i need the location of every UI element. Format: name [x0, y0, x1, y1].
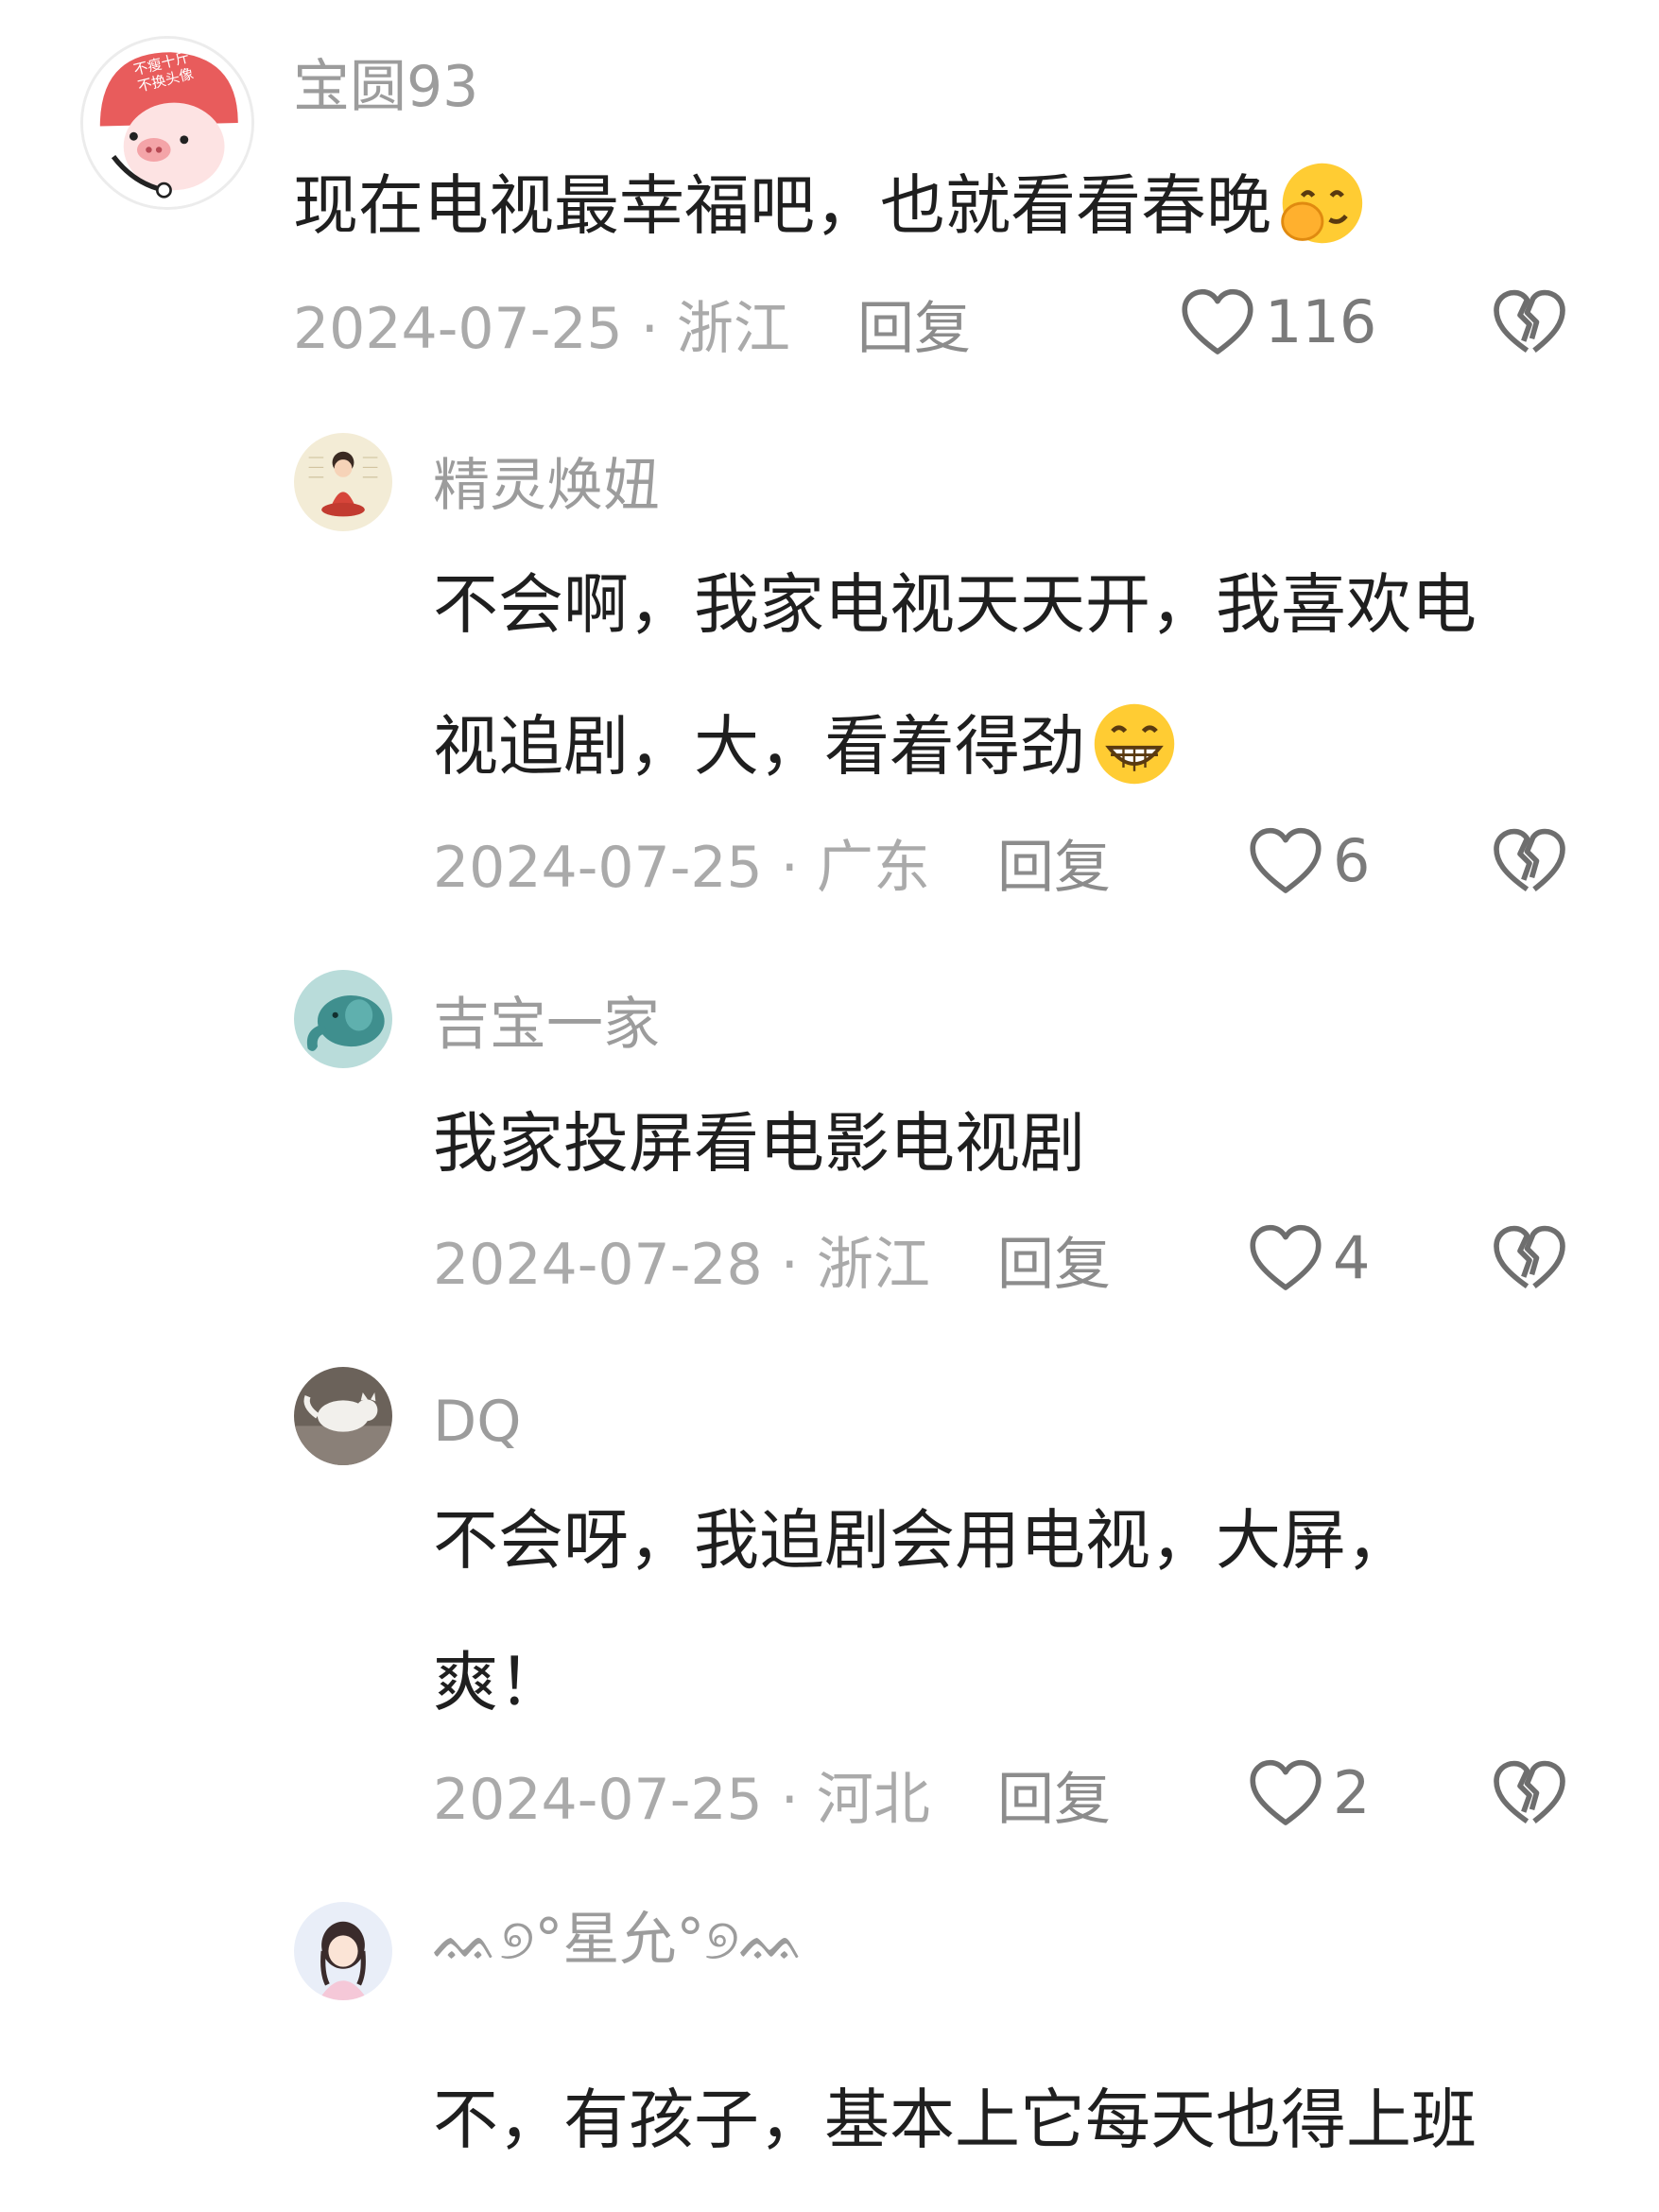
comment-region: 广东 [816, 835, 930, 901]
like-count: 116 [1265, 287, 1377, 356]
dislike-button[interactable] [1492, 288, 1567, 358]
meta-separator: · [622, 296, 677, 362]
username[interactable]: 宝圆93 [293, 59, 478, 115]
reply-button[interactable]: 回复 [857, 301, 971, 357]
avatar[interactable] [294, 1902, 392, 2000]
broken-heart-icon [1494, 289, 1565, 354]
like-button[interactable]: 2 [1248, 1759, 1370, 1827]
comment-date: 2024-07-28 [433, 1232, 763, 1298]
meta-separator: · [762, 835, 817, 901]
meta-separator: · [762, 1232, 817, 1298]
dislike-button[interactable] [1492, 1224, 1567, 1294]
comment-region: 浙江 [676, 296, 790, 362]
meta-separator: · [762, 1767, 817, 1833]
comment-region: 浙江 [816, 1232, 930, 1298]
dislike-button[interactable] [1492, 1759, 1567, 1829]
reply-button[interactable]: 回复 [997, 1771, 1111, 1828]
comment-meta: 2024-07-25 · 河北 [433, 1771, 930, 1828]
comment-region: 河北 [816, 1767, 930, 1833]
avatar[interactable] [294, 1367, 392, 1465]
comment-date: 2024-07-25 [293, 296, 623, 362]
username[interactable]: 精灵焕妞 [433, 458, 660, 514]
comment-date: 2024-07-25 [433, 1767, 763, 1833]
broken-heart-icon [1494, 1760, 1565, 1824]
shy-smile-emoji-icon [1281, 163, 1363, 244]
girl-meditation-avatar-icon [294, 433, 392, 531]
heart-outline-icon [1250, 1224, 1322, 1290]
dislike-button[interactable] [1492, 827, 1567, 897]
username[interactable]: DQ [433, 1393, 521, 1450]
like-count: 6 [1333, 826, 1371, 895]
broken-heart-icon [1494, 1225, 1565, 1289]
avatar[interactable] [294, 970, 392, 1068]
comment-meta: 2024-07-28 · 浙江 [433, 1236, 930, 1293]
reply-button[interactable]: 回复 [997, 1236, 1111, 1293]
comment-text: 不会呀，我追剧会用电视，大屏， 爽！ [433, 1470, 1411, 1754]
reply-button[interactable]: 回复 [997, 839, 1111, 896]
comment-text-line: 现在电视最幸福吧，也就看看春晚 [293, 168, 1271, 244]
comment-text: 现在电视最幸福吧，也就看看春晚 [293, 135, 1366, 277]
comment-text-line: 视追剧，大，看着得劲 [433, 709, 1085, 785]
comment-text-line: 不会啊，我家电视天天开，我喜欢电 [433, 567, 1477, 643]
heart-outline-icon [1182, 288, 1253, 354]
comment-text-line: 爽！ [433, 1645, 563, 1720]
comment-text-line: 不会呀，我追剧会用电视，大屏， [433, 1503, 1411, 1579]
like-count: 4 [1333, 1223, 1371, 1292]
comment-text: 我家投屏看电影电视剧 [433, 1106, 1085, 1182]
comment-text: 不会啊，我家电视天天开，我喜欢电 视追剧，大，看着得劲 [433, 534, 1477, 818]
comment-meta: 2024-07-25 · 广东 [433, 839, 930, 896]
cat-avatar-icon [294, 1367, 392, 1465]
like-button[interactable]: 6 [1248, 827, 1370, 895]
comment-text: 不，有孩子，基本上它每天也得上班 [433, 2082, 1477, 2158]
avatar[interactable] [294, 433, 392, 531]
like-button[interactable]: 4 [1248, 1224, 1370, 1292]
girl-avatar-icon [294, 1902, 392, 2000]
username[interactable]: 吉宝一家 [433, 996, 660, 1053]
comment-date: 2024-07-25 [433, 835, 763, 901]
username[interactable]: ᨐ୭°星允°୭ᨐ [433, 1911, 806, 1968]
elephant-avatar-icon [294, 970, 392, 1068]
comment-meta: 2024-07-25 · 浙江 [293, 301, 790, 357]
heart-outline-icon [1250, 827, 1322, 893]
like-count: 2 [1333, 1758, 1371, 1827]
like-button[interactable]: 116 [1180, 288, 1376, 356]
heart-outline-icon [1250, 1759, 1322, 1825]
broken-heart-icon [1494, 828, 1565, 892]
grin-emoji-icon [1094, 703, 1175, 785]
